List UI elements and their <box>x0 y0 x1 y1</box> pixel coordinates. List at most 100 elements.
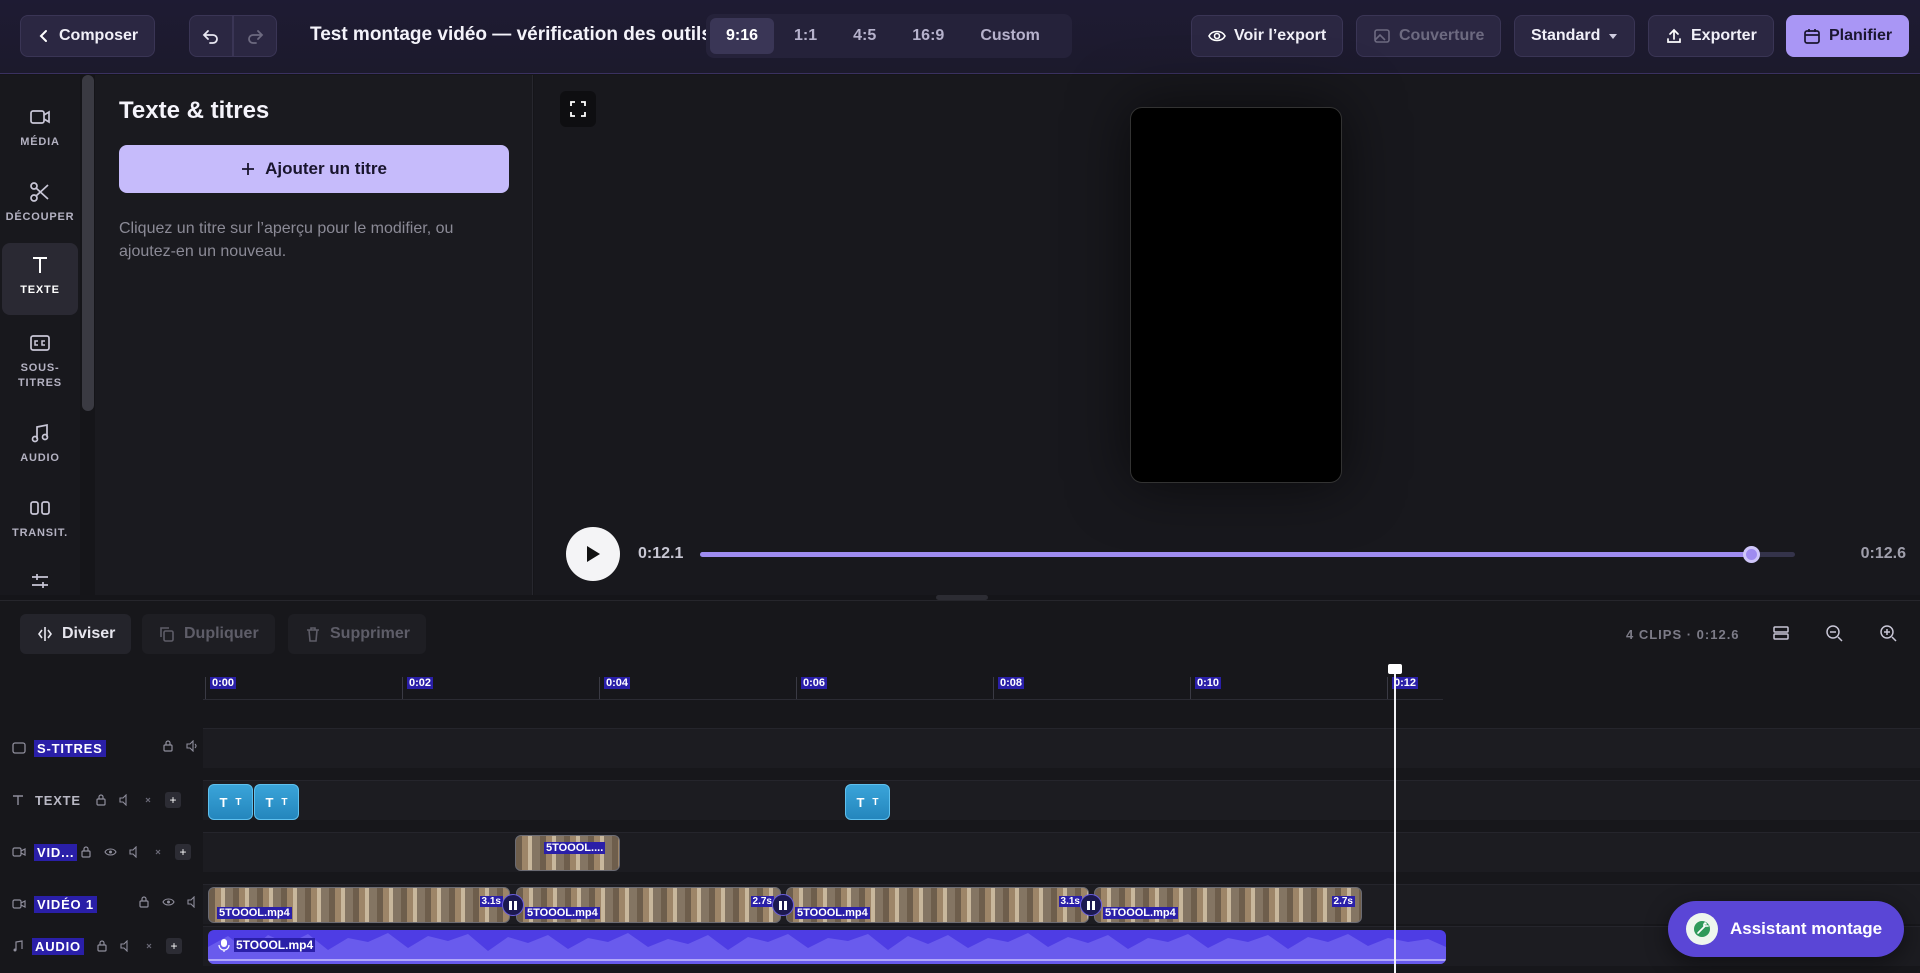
playback-scrubber[interactable] <box>700 546 1795 563</box>
ruler-tick: 0:00 <box>205 677 237 699</box>
export-label: Exporter <box>1691 27 1757 44</box>
time-ruler[interactable]: 0:00 0:02 0:04 0:06 0:08 0:10 0:12 <box>203 664 1443 700</box>
split-button[interactable]: Diviser <box>20 614 132 654</box>
text-clip[interactable]: TT <box>208 784 253 820</box>
clip-duration: 3.1s <box>479 896 503 907</box>
zoom-in-icon[interactable] <box>1878 623 1898 643</box>
view-export-button[interactable]: Voir l’export <box>1191 15 1344 57</box>
volume-icon[interactable] <box>186 740 198 752</box>
text-clip-glyph: T <box>235 796 242 808</box>
subtitles-lane[interactable] <box>203 728 1920 768</box>
transition-marker[interactable] <box>502 894 524 916</box>
eye-icon[interactable] <box>162 896 175 908</box>
view-export-label: Voir l’export <box>1234 27 1327 44</box>
track-header: S-TITRES <box>12 726 106 770</box>
ratio-1-1[interactable]: 1:1 <box>778 18 833 54</box>
rail-item-text[interactable]: TEXTE <box>2 243 78 315</box>
clip-label: 5TOOOL.mp4 <box>795 907 870 919</box>
preview-area: 0:12.1 0:12.6 <box>534 75 1920 595</box>
track-audio: AUDIO + 5TOOOL.mp4 <box>0 924 1920 968</box>
video-canvas[interactable] <box>1130 107 1342 483</box>
quality-select[interactable]: Standard <box>1514 15 1636 57</box>
add-track-button[interactable]: + <box>165 792 181 808</box>
video-clip[interactable]: 5TOOOL.mp4 3.1s <box>208 887 510 923</box>
remove-icon[interactable] <box>153 847 163 857</box>
redo-button[interactable] <box>233 15 277 57</box>
zoom-out-icon[interactable] <box>1824 623 1844 643</box>
play-button[interactable] <box>566 527 620 581</box>
remove-icon[interactable] <box>144 941 154 951</box>
transition-marker[interactable] <box>1080 894 1102 916</box>
volume-icon[interactable] <box>187 896 199 908</box>
panel-title: Texte & titres <box>119 97 270 124</box>
track-name: TEXTE <box>35 792 81 808</box>
duplicate-button[interactable]: Dupliquer <box>142 614 275 654</box>
rail-item-transitions[interactable]: TRANSIT. <box>2 496 78 541</box>
add-track-button[interactable]: + <box>166 938 182 954</box>
clip-duration: 3.1s <box>1058 896 1082 907</box>
rail-item-cut[interactable]: DÉCOUPER <box>2 180 78 225</box>
rail-item-media[interactable]: MÉDIA <box>2 105 78 150</box>
ruler-tick: 0:12 <box>1387 677 1419 699</box>
track-video-1: VIDÉO 1 5TOOOL.mp4 3.1s 5TOOOL.mp4 2.7s … <box>0 882 1920 926</box>
audio-clip[interactable]: 5TOOOL.mp4 <box>208 930 1446 964</box>
rail-item-audio[interactable]: AUDIO <box>2 421 78 466</box>
lock-icon[interactable] <box>95 794 107 806</box>
volume-icon[interactable] <box>120 940 132 952</box>
project-title[interactable]: Test montage vidéo — vérification des ou… <box>310 24 717 46</box>
captions-icon <box>30 335 50 351</box>
text-lane[interactable] <box>203 780 1920 820</box>
track-subtitles: S-TITRES <box>0 726 1920 770</box>
aspect-ratio-selector: 9:16 1:1 4:5 16:9 Custom <box>706 14 1072 58</box>
undo-button[interactable] <box>189 15 233 57</box>
text-clip[interactable]: TT <box>254 784 299 820</box>
lock-icon[interactable] <box>138 896 150 908</box>
split-label: Diviser <box>62 625 116 642</box>
redo-icon <box>248 30 264 44</box>
audio-clip-label: 5TOOOL.mp4 <box>234 938 316 952</box>
lock-icon[interactable] <box>80 846 92 858</box>
delete-button[interactable]: Supprimer <box>288 614 427 654</box>
editing-assistant-button[interactable]: Assistant montage <box>1668 901 1904 957</box>
playhead[interactable] <box>1388 664 1402 973</box>
track-layout-icon[interactable] <box>1771 623 1791 643</box>
clip-label: 5TOOOL.mp4 <box>1103 907 1178 919</box>
schedule-button[interactable]: Planifier <box>1786 15 1910 57</box>
rail-item-adjust[interactable] <box>2 571 78 591</box>
cover-button[interactable]: Couverture <box>1356 15 1502 57</box>
panel-hint: Cliquez un titre sur l’aperçu pour le mo… <box>119 220 454 260</box>
scrubber-handle[interactable] <box>1743 546 1761 563</box>
rail-scrollbar[interactable] <box>82 75 94 411</box>
overlay-video-clip[interactable]: 5TOOOL.... <box>515 835 620 871</box>
lock-icon[interactable] <box>162 740 174 752</box>
microphone-icon <box>218 939 230 952</box>
volume-icon[interactable] <box>129 846 141 858</box>
rail-label: AUDIO <box>20 452 60 464</box>
ratio-16-9[interactable]: 16:9 <box>896 18 960 54</box>
video-icon <box>12 899 26 909</box>
rail-item-subtitles[interactable]: SOUS-TITRES <box>2 331 78 391</box>
add-title-button[interactable]: Ajouter un titre <box>119 145 509 193</box>
video-2-lane[interactable] <box>203 832 1920 872</box>
video-clip[interactable]: 5TOOOL.mp4 3.1s <box>786 887 1089 923</box>
ruler-tick: 0:02 <box>402 677 434 699</box>
ratio-9-16[interactable]: 9:16 <box>710 18 775 54</box>
top-bar: Composer Test montage vidéo — vérificati… <box>0 0 1920 74</box>
video-clip[interactable]: 5TOOOL.mp4 2.7s <box>1094 887 1362 923</box>
eye-icon[interactable] <box>104 846 117 858</box>
fullscreen-button[interactable] <box>560 91 596 127</box>
back-button[interactable]: Composer <box>20 15 156 57</box>
ratio-4-5[interactable]: 4:5 <box>837 18 892 54</box>
add-track-button[interactable]: + <box>175 844 191 860</box>
export-button[interactable]: Exporter <box>1648 15 1774 57</box>
lock-icon[interactable] <box>96 940 108 952</box>
video-clip[interactable]: 5TOOOL.mp4 2.7s <box>516 887 781 923</box>
playhead-handle[interactable] <box>1388 664 1402 674</box>
volume-icon[interactable] <box>119 794 131 806</box>
text-clip[interactable]: TT <box>845 784 890 820</box>
remove-icon[interactable] <box>143 795 153 805</box>
ratio-custom[interactable]: Custom <box>964 18 1056 54</box>
video-icon <box>30 110 50 124</box>
track-controls: + <box>80 844 191 860</box>
transition-marker[interactable] <box>772 894 794 916</box>
